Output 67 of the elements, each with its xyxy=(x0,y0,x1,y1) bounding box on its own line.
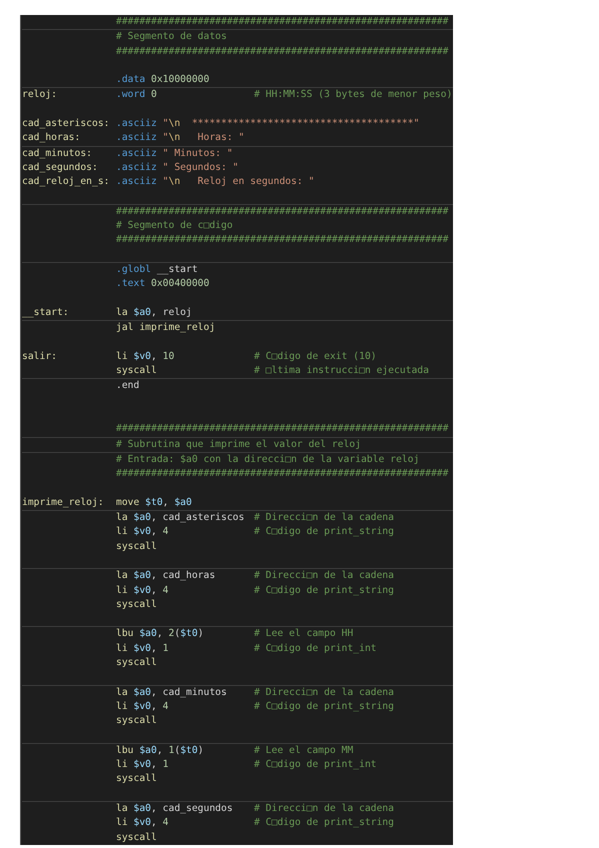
code-statement: # Entrada: $a0 con la direcci□n de la variable reloj xyxy=(116,454,420,465)
code-statement: syscall xyxy=(116,657,157,668)
code-statement: # Segmento de c□digo xyxy=(116,220,233,232)
code-statement: .asciiz "\n **************************************" xyxy=(116,118,420,130)
code-comment: # C□digo de print_int xyxy=(254,642,376,656)
code-statement: .asciiz " Minutos: " xyxy=(116,148,233,159)
code-label: cad_reloj_en_s: xyxy=(22,176,110,188)
code-label: cad_horas: xyxy=(22,132,80,144)
code-label: cad_asteriscos: xyxy=(22,118,110,130)
code-comment: # Direcci□n de la cadena xyxy=(254,569,394,584)
code-statement: li $v0, 4 xyxy=(116,817,169,828)
code-label: cad_segundos: xyxy=(22,162,98,173)
code-statement: la $a0, cad_minutos xyxy=(116,686,227,698)
code-statement: li $v0, 4 xyxy=(116,700,169,712)
code-statement: syscall xyxy=(116,540,157,552)
code-statement: .word 0 xyxy=(116,89,157,100)
code-label: salir: xyxy=(22,350,57,362)
code-statement: li $v0, 1 xyxy=(116,759,169,770)
code-label: reloj: xyxy=(22,89,57,100)
code-comment: # C□digo de print_string xyxy=(254,816,394,830)
code-statement: li $v0, 4 xyxy=(116,584,169,596)
code-comment: # Direcci□n de la cadena xyxy=(254,511,394,526)
code-statement: move $t0, $a0 xyxy=(116,496,192,508)
code-statement: # Segmento de datos xyxy=(116,31,227,42)
code-comment: # C□digo de print_string xyxy=(254,700,394,714)
code-statement: ######################################################### xyxy=(116,234,448,246)
code-statement: la $a0, cad_asteriscos xyxy=(116,512,244,524)
code-comment: # Direcci□n de la cadena xyxy=(254,802,394,816)
code-label: imprime_reloj: xyxy=(22,496,104,508)
code-statement: ######################################################### xyxy=(116,46,448,57)
code-statement: lbu $a0, 2($t0) xyxy=(116,628,204,640)
code-statement: syscall xyxy=(116,832,157,843)
code-statement: syscall xyxy=(116,715,157,726)
code-comment: # C□digo de print_int xyxy=(254,758,376,772)
code-comment: # C□digo de exit (10) xyxy=(254,350,376,364)
code-comment: # Lee el campo MM xyxy=(254,744,354,758)
code-statement: .asciiz "\n Reloj en segundos: " xyxy=(116,176,314,188)
code-comment: # HH:MM:SS (3 bytes de menor peso) xyxy=(254,88,452,102)
code-label: __start: xyxy=(22,306,69,318)
code-statement: la $a0, cad_segundos xyxy=(116,803,233,814)
code-statement: syscall xyxy=(116,598,157,610)
code-statement: syscall xyxy=(116,365,157,376)
code-statement: ######################################################### xyxy=(116,423,448,434)
code-comment: # C□digo de print_string xyxy=(254,525,394,540)
code-comment: # Lee el campo HH xyxy=(254,627,354,642)
code-statement: # Subrutina que imprime el valor del reloj xyxy=(116,438,361,450)
code-statement: li $v0, 10 xyxy=(116,350,174,362)
code-statement: jal imprime_reloj xyxy=(116,322,216,334)
code-statement: .text 0x00400000 xyxy=(116,278,210,290)
code-statement: li $v0, 4 xyxy=(116,526,169,538)
code-statement: ######################################################### xyxy=(116,468,448,480)
code-statement: la $a0, cad_horas xyxy=(116,570,216,582)
code-statement: ######################################################### xyxy=(116,16,448,27)
code-comment: # Direcci□n de la cadena xyxy=(254,686,394,700)
code-comment: # C□digo de print_string xyxy=(254,584,394,598)
code-statement: .globl __start xyxy=(116,264,198,276)
code-statement: la $a0, reloj xyxy=(116,306,192,318)
code-statement: .end xyxy=(116,380,140,392)
code-statement: lbu $a0, 1($t0) xyxy=(116,744,204,756)
code-comment: # □ltima instrucci□n ejecutada xyxy=(254,364,429,378)
code-statement: .asciiz " Segundos: " xyxy=(116,162,238,173)
code-statement: .data 0x10000000 xyxy=(116,74,210,86)
code-statement: li $v0, 1 xyxy=(116,642,169,654)
code-label: cad_minutos: xyxy=(22,148,92,159)
code-statement: ######################################################### xyxy=(116,206,448,217)
code-statement: syscall xyxy=(116,773,157,784)
code-statement: .asciiz "\n Horas: " xyxy=(116,132,244,144)
